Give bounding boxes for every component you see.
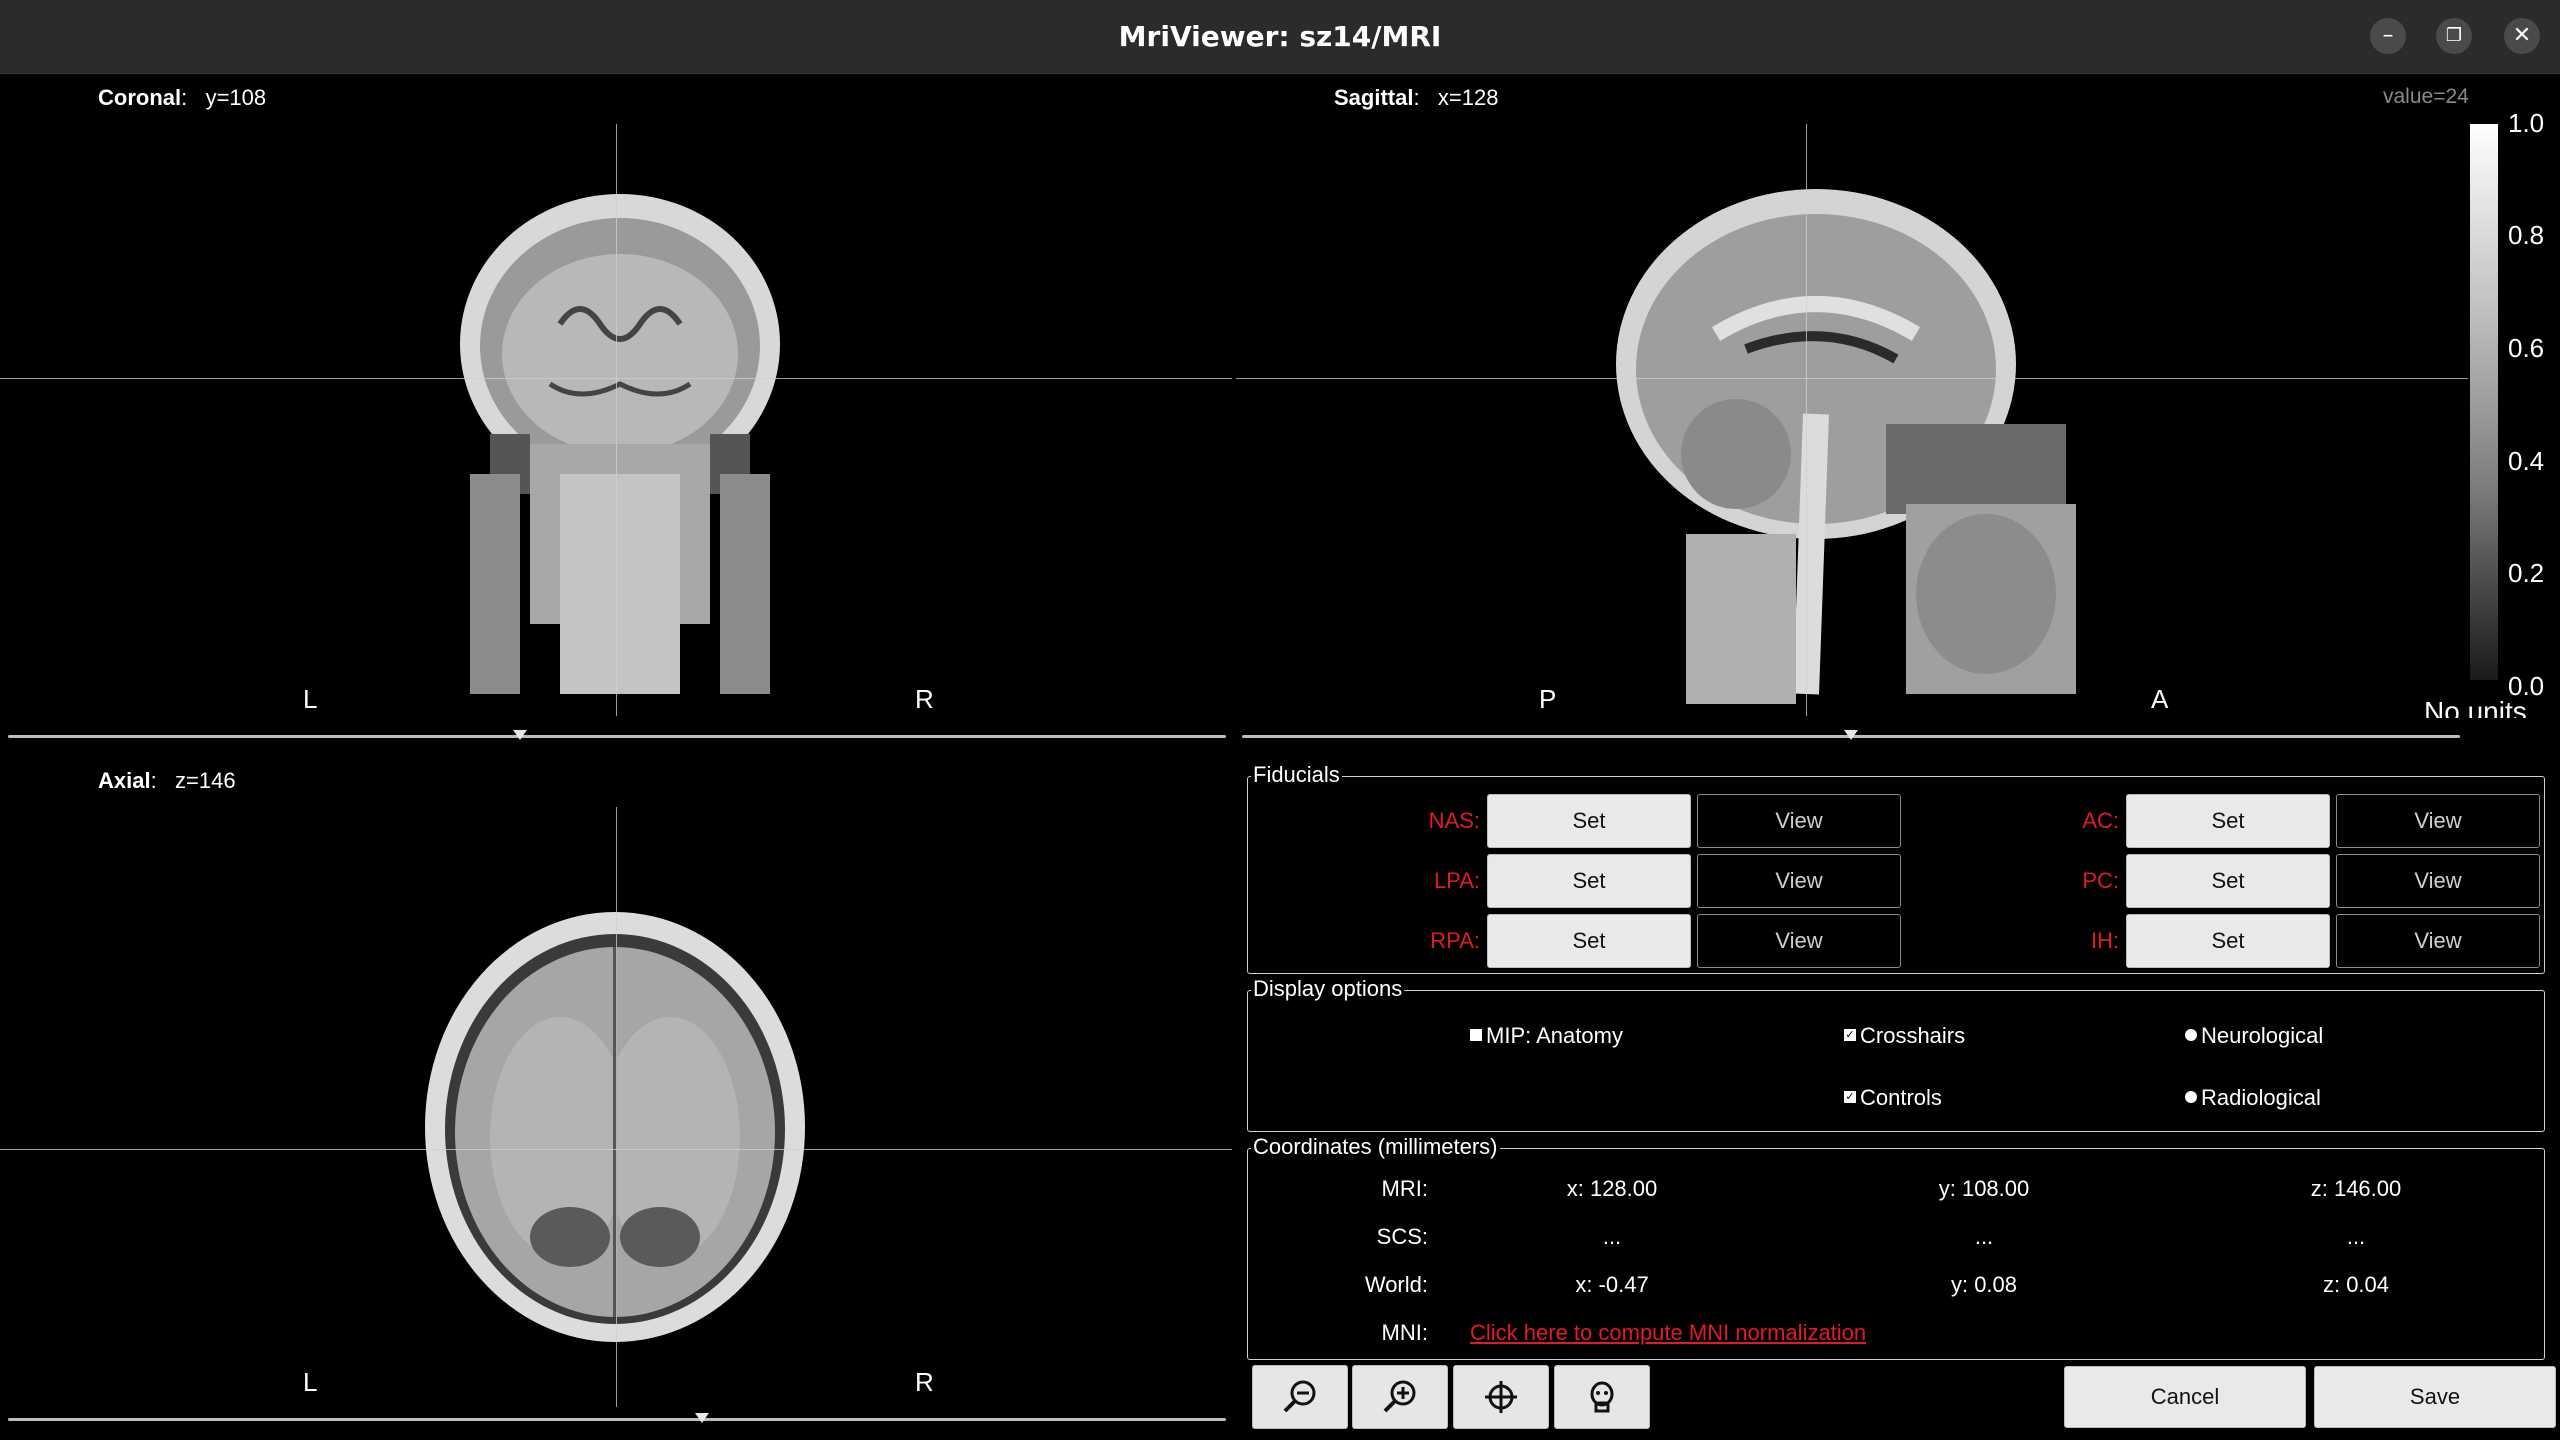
- rpa-view-button[interactable]: View: [1697, 914, 1901, 968]
- checkbox-checked-icon: ✓: [1844, 1029, 1856, 1042]
- mri-x-value: x: 128.00: [1566, 1176, 1658, 1201]
- ih-label: IH:: [2090, 928, 2119, 953]
- zoom-out-button[interactable]: [1252, 1365, 1348, 1429]
- sagittal-slice-slider-thumb[interactable]: [1844, 730, 1858, 740]
- coronal-crosshair-horizontal: [0, 378, 1232, 379]
- colorbar-tick: 0.8: [2508, 220, 2545, 250]
- world-coord-label: World:: [1364, 1272, 1428, 1297]
- coronal-crosshair-vertical: [616, 124, 617, 716]
- pc-label: PC:: [2082, 868, 2119, 893]
- sagittal-coord: x=128: [1437, 85, 1499, 110]
- world-z-value: z: 0.04: [2322, 1272, 2390, 1297]
- mri-y-value: y: 108.00: [1938, 1176, 2030, 1201]
- nas-label: NAS:: [1428, 808, 1480, 833]
- axial-slice-slider[interactable]: [8, 1418, 1226, 1421]
- pc-view-button[interactable]: View: [2336, 854, 2540, 908]
- colorbar-units: No units: [2424, 696, 2527, 718]
- maximize-button[interactable]: ❐: [2436, 18, 2472, 54]
- sagittal-mri-image: [1616, 189, 2076, 704]
- axial-mri-image: [425, 912, 805, 1342]
- cursor-value: value=24: [2383, 85, 2469, 108]
- axial-left-label: L: [303, 1367, 318, 1397]
- lpa-label: LPA:: [1433, 868, 1480, 893]
- cancel-button[interactable]: Cancel: [2064, 1366, 2306, 1428]
- ac-view-button[interactable]: View: [2336, 794, 2540, 848]
- zoom-out-icon: [1283, 1380, 1316, 1413]
- zoom-in-icon: [1383, 1380, 1416, 1413]
- ac-label: AC:: [2082, 808, 2119, 833]
- head-icon: [1590, 1381, 1614, 1413]
- pc-set-button[interactable]: Set: [2126, 854, 2330, 908]
- coronal-left-label: L: [303, 684, 318, 714]
- rpa-set-button[interactable]: Set: [1487, 914, 1691, 968]
- radio-icon: [2185, 1029, 2197, 1042]
- neurological-radio[interactable]: Neurological: [2185, 1023, 2323, 1049]
- nas-view-button[interactable]: View: [1697, 794, 1901, 848]
- axial-crosshair-horizontal: [0, 1149, 1232, 1150]
- lpa-view-button[interactable]: View: [1697, 854, 1901, 908]
- coronal-view[interactable]: Coronal: y=108 L R: [0, 74, 1232, 716]
- title-bar: MriViewer: sz14/MRI – ❐ ✕: [0, 0, 2560, 74]
- coronal-right-label: R: [915, 684, 934, 714]
- mip-anatomy-checkbox[interactable]: MIP: Anatomy: [1470, 1023, 1623, 1049]
- colorbar-tick: 0.2: [2508, 558, 2545, 588]
- close-button[interactable]: ✕: [2504, 18, 2540, 54]
- zoom-in-button[interactable]: [1352, 1365, 1448, 1429]
- coronal-slice-slider-thumb[interactable]: [512, 730, 527, 740]
- scs-x-value: ...: [1602, 1224, 1622, 1249]
- head-view-button[interactable]: [1554, 1365, 1650, 1429]
- mri-z-value: z: 146.00: [2310, 1176, 2402, 1201]
- controls-checkbox[interactable]: ✓ Controls: [1844, 1085, 1942, 1111]
- axial-view[interactable]: Axial: z=146 L R: [0, 757, 1232, 1407]
- ih-view-button[interactable]: View: [2336, 914, 2540, 968]
- fiducials-title: Fiducials: [1251, 762, 1342, 788]
- checkbox-unchecked-icon: [1470, 1029, 1482, 1042]
- colorbar-tick: 0.6: [2508, 333, 2545, 363]
- lpa-set-button[interactable]: Set: [1487, 854, 1691, 908]
- reset-crosshair-button[interactable]: [1453, 1365, 1549, 1429]
- rpa-label: RPA:: [1430, 928, 1480, 953]
- coronal-label: Coronal: y=108: [98, 85, 267, 110]
- crosshairs-checkbox[interactable]: ✓ Crosshairs: [1844, 1023, 1965, 1049]
- mni-coord-label: MNI:: [1381, 1320, 1428, 1345]
- axial-crosshair-vertical: [616, 807, 617, 1407]
- scs-y-value: ...: [1974, 1224, 1994, 1249]
- colorbar-tick: 0.4: [2508, 446, 2545, 476]
- axial-label: Axial: z=146: [98, 768, 236, 793]
- colorbar-tick: 1.0: [2508, 108, 2545, 138]
- compute-mni-link[interactable]: Click here to compute MNI normalization: [1470, 1320, 1866, 1346]
- save-button[interactable]: Save: [2314, 1366, 2556, 1428]
- radiological-radio[interactable]: Radiological: [2185, 1085, 2321, 1111]
- sagittal-view[interactable]: Sagittal: x=128 P A: [1236, 74, 2468, 716]
- sagittal-anterior-label: A: [2151, 684, 2169, 714]
- sagittal-label: Sagittal: x=128: [1334, 85, 1499, 110]
- window-title: MriViewer: sz14/MRI: [1118, 20, 1442, 53]
- scs-z-value: ...: [2346, 1224, 2366, 1249]
- sagittal-posterior-label: P: [1539, 684, 1557, 714]
- world-y-value: y: 0.08: [1950, 1272, 2018, 1297]
- scs-coord-label: SCS:: [1376, 1224, 1428, 1249]
- coordinates-title: Coordinates (millimeters): [1251, 1134, 1500, 1160]
- axial-slice-slider-thumb[interactable]: [695, 1413, 710, 1423]
- coronal-coord: y=108: [205, 85, 267, 110]
- world-x-value: x: -0.47: [1575, 1272, 1649, 1297]
- checkbox-checked-icon: ✓: [1844, 1091, 1856, 1104]
- display-options-title: Display options: [1251, 976, 1405, 1002]
- sagittal-crosshair-vertical: [1806, 124, 1807, 716]
- sagittal-crosshair-horizontal: [1236, 378, 2468, 379]
- ih-set-button[interactable]: Set: [2126, 914, 2330, 968]
- nas-set-button[interactable]: Set: [1487, 794, 1691, 848]
- axial-right-label: R: [915, 1367, 934, 1397]
- crosshair-icon: [1485, 1381, 1517, 1413]
- ac-set-button[interactable]: Set: [2126, 794, 2330, 848]
- radio-icon: [2185, 1091, 2197, 1104]
- colorbar: [2470, 124, 2498, 680]
- coronal-slice-slider[interactable]: [8, 735, 1226, 738]
- mri-coord-label: MRI:: [1381, 1176, 1428, 1201]
- coronal-mri-image: [460, 194, 780, 694]
- minimize-button[interactable]: –: [2370, 18, 2406, 54]
- axial-coord: z=146: [175, 768, 236, 793]
